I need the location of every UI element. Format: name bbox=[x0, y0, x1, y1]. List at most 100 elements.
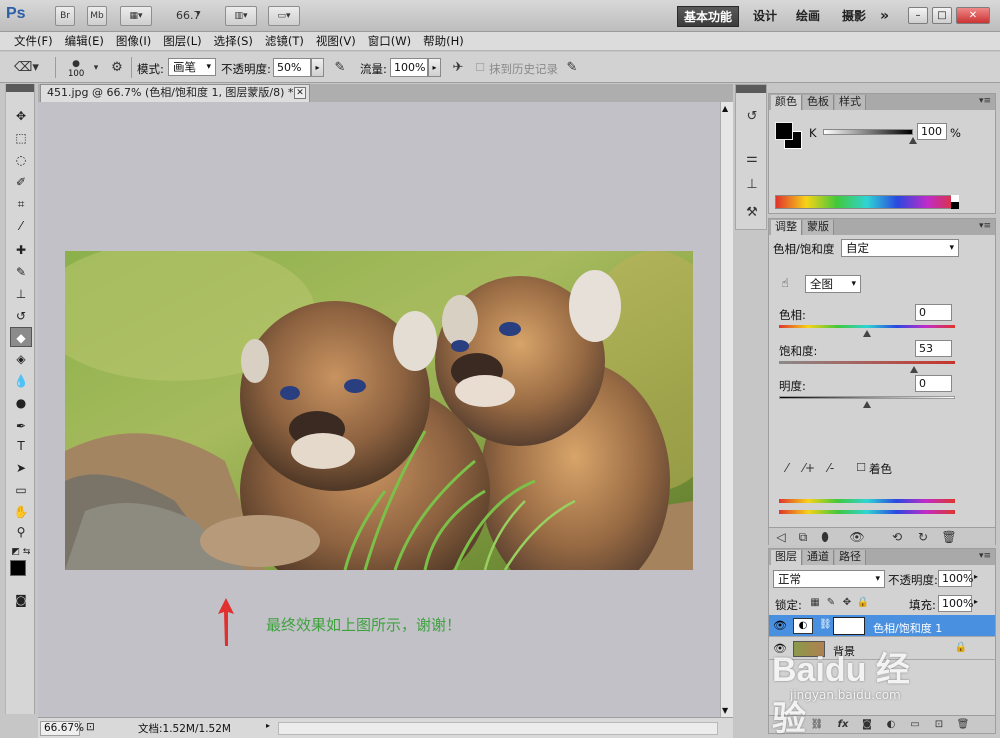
tab-swatches[interactable]: 色板 bbox=[803, 95, 834, 110]
visibility-eye-icon[interactable]: 👁 bbox=[773, 619, 787, 632]
close-button[interactable]: ✕ bbox=[956, 7, 990, 24]
blend-mode-select[interactable]: 正常 ▾ bbox=[773, 570, 885, 588]
back-arrow-icon[interactable]: ◁ bbox=[773, 529, 789, 545]
clone-source-icon[interactable]: ⊥ bbox=[742, 175, 762, 195]
black-sample[interactable] bbox=[951, 202, 959, 209]
saturation-slider-thumb[interactable] bbox=[909, 366, 918, 373]
menu-layer[interactable]: 图层(L) bbox=[157, 32, 207, 50]
reset-icon[interactable]: ↻ bbox=[915, 529, 931, 545]
close-icon[interactable]: ✕ bbox=[294, 87, 306, 99]
panel-grip[interactable] bbox=[6, 84, 34, 92]
horizontal-scrollbar[interactable] bbox=[278, 722, 718, 735]
panel-menu-icon[interactable]: ▾≡ bbox=[979, 551, 991, 561]
brush-tool-icon[interactable]: ✎ bbox=[10, 262, 32, 282]
opacity-slider-arrow-icon[interactable]: ▸ bbox=[311, 58, 324, 77]
arrange-documents-button[interactable]: ▥▾ bbox=[225, 6, 257, 26]
history-brush-tool-icon[interactable]: ↺ bbox=[10, 306, 32, 326]
clone-stamp-tool-icon[interactable]: ⊥ bbox=[10, 284, 32, 304]
panel-menu-icon[interactable]: ▾≡ bbox=[979, 96, 991, 106]
more-workspaces-icon[interactable]: » bbox=[874, 6, 895, 27]
lock-transparent-icon[interactable]: ▦ bbox=[807, 595, 823, 611]
layer-row-hue-saturation[interactable]: 👁 ◐ ⛓ 色相/饱和度 1 bbox=[769, 615, 995, 637]
view-extras-button[interactable]: ▦▾ bbox=[120, 6, 152, 26]
expand-view-icon[interactable]: ⧉ bbox=[795, 529, 811, 545]
fill-input[interactable]: 100% bbox=[938, 595, 973, 612]
targeted-adjustment-icon[interactable]: ☝ bbox=[777, 275, 793, 291]
hand-tool-icon[interactable]: ✋ bbox=[10, 502, 32, 522]
lightness-slider-thumb[interactable] bbox=[863, 401, 871, 408]
workspace-essentials[interactable]: 基本功能 bbox=[677, 6, 740, 27]
lightness-slider[interactable] bbox=[779, 396, 955, 399]
brush-dropdown-icon[interactable]: ▾ bbox=[86, 58, 106, 78]
foreground-color-swatch[interactable] bbox=[10, 560, 26, 576]
paint-bucket-tool-icon[interactable]: ◈ bbox=[10, 349, 32, 369]
hue-slider[interactable] bbox=[779, 325, 955, 328]
tool-presets-icon[interactable]: ⚒ bbox=[742, 203, 762, 223]
quick-mask-icon[interactable]: ◙ bbox=[10, 590, 32, 610]
menu-help[interactable]: 帮助(H) bbox=[417, 32, 470, 50]
rectangle-tool-icon[interactable]: ▭ bbox=[10, 480, 32, 500]
zoom-percentage[interactable]: 66.67% bbox=[40, 721, 84, 736]
lasso-tool-icon[interactable]: ◌ bbox=[10, 150, 32, 170]
delete-icon[interactable]: 🗑 bbox=[941, 529, 957, 545]
workspace-design[interactable]: 设计 bbox=[747, 6, 783, 27]
eyedropper-tool-icon[interactable]: ⁄ bbox=[10, 216, 32, 236]
eraser-preset-icon[interactable]: ⌫▾ bbox=[14, 58, 39, 78]
white-sample[interactable] bbox=[951, 195, 959, 202]
history-panel-icon[interactable]: ↺ bbox=[742, 107, 762, 127]
menu-image[interactable]: 图像(I) bbox=[110, 32, 157, 50]
layer-name[interactable]: 色相/饱和度 1 bbox=[873, 620, 942, 636]
healing-brush-tool-icon[interactable]: ✚ bbox=[10, 240, 32, 260]
opacity-input[interactable]: 50% bbox=[273, 58, 311, 77]
range-select[interactable]: 全图 ▾ bbox=[805, 275, 861, 293]
mask-link-icon[interactable]: ⛓ bbox=[819, 619, 832, 630]
tab-layers[interactable]: 图层 bbox=[771, 550, 802, 565]
tab-paths[interactable]: 路径 bbox=[835, 550, 866, 565]
menu-filter[interactable]: 滤镜(T) bbox=[259, 32, 310, 50]
tab-channels[interactable]: 通道 bbox=[803, 550, 834, 565]
vertical-scrollbar[interactable]: ▲ ▼ bbox=[720, 102, 733, 717]
link-layers-icon[interactable]: ⛓ bbox=[809, 717, 825, 733]
eyedropper-minus-icon[interactable]: ⁄- bbox=[823, 460, 839, 476]
menu-select[interactable]: 选择(S) bbox=[208, 32, 259, 50]
document-tab[interactable]: 451.jpg @ 66.7% (色相/饱和度 1, 图层蒙版/8) * ✕ bbox=[40, 84, 310, 102]
flow-input[interactable]: 100% bbox=[390, 58, 428, 77]
blur-tool-icon[interactable]: 💧 bbox=[10, 371, 32, 391]
foreground-color-swatch[interactable] bbox=[775, 122, 793, 140]
panel-grip[interactable] bbox=[736, 85, 766, 93]
tab-styles[interactable]: 样式 bbox=[835, 95, 866, 110]
panel-menu-icon[interactable]: ▾≡ bbox=[979, 221, 991, 231]
new-group-icon[interactable]: ▭ bbox=[907, 717, 923, 733]
colorize-checkbox[interactable]: ☐ bbox=[853, 460, 869, 476]
zoom-tool-icon[interactable]: ⚲ bbox=[10, 522, 32, 542]
mode-select[interactable]: 画笔 ▾ bbox=[168, 58, 216, 76]
layer-name[interactable]: 背景 bbox=[833, 643, 855, 659]
lock-pixels-icon[interactable]: ✎ bbox=[823, 595, 839, 611]
path-selection-tool-icon[interactable]: ➤ bbox=[10, 458, 32, 478]
lock-all-icon[interactable]: 🔒 bbox=[855, 595, 871, 611]
hue-input[interactable]: 0 bbox=[915, 304, 952, 321]
screen-mode-button[interactable]: ▭▾ bbox=[268, 6, 300, 26]
preset-select[interactable]: 自定 ▾ bbox=[841, 239, 959, 257]
clip-to-layer-icon[interactable]: ⬮ bbox=[817, 529, 833, 545]
marquee-tool-icon[interactable]: ⬚ bbox=[10, 128, 32, 148]
status-info-icon[interactable]: ⊡ bbox=[86, 721, 95, 733]
scroll-down-icon[interactable]: ▼ bbox=[722, 706, 728, 715]
view-previous-icon[interactable]: ⟲ bbox=[889, 529, 905, 545]
tab-color[interactable]: 颜色 bbox=[771, 95, 802, 110]
workspace-photography[interactable]: 摄影 bbox=[836, 6, 872, 27]
k-value-input[interactable]: 100 bbox=[917, 123, 947, 140]
delete-layer-icon[interactable]: 🗑 bbox=[955, 717, 971, 733]
k-slider[interactable] bbox=[823, 129, 913, 135]
photo-canvas[interactable] bbox=[65, 251, 693, 570]
bridge-button[interactable]: Br bbox=[55, 6, 75, 26]
minibridge-button[interactable]: Mb bbox=[87, 6, 107, 26]
visibility-eye-icon[interactable]: 👁 bbox=[849, 529, 865, 545]
zoom-dropdown-icon[interactable]: ▾ bbox=[196, 9, 201, 19]
menu-edit[interactable]: 编辑(E) bbox=[59, 32, 110, 50]
layer-row-background[interactable]: 👁 背景 🔒 bbox=[769, 638, 995, 660]
menu-file[interactable]: 文件(F) bbox=[8, 32, 59, 50]
move-tool-icon[interactable]: ✥ bbox=[10, 106, 32, 126]
erase-history-checkbox[interactable]: ☐ bbox=[474, 58, 486, 78]
brush-presets-icon[interactable]: ⚌ bbox=[742, 149, 762, 169]
